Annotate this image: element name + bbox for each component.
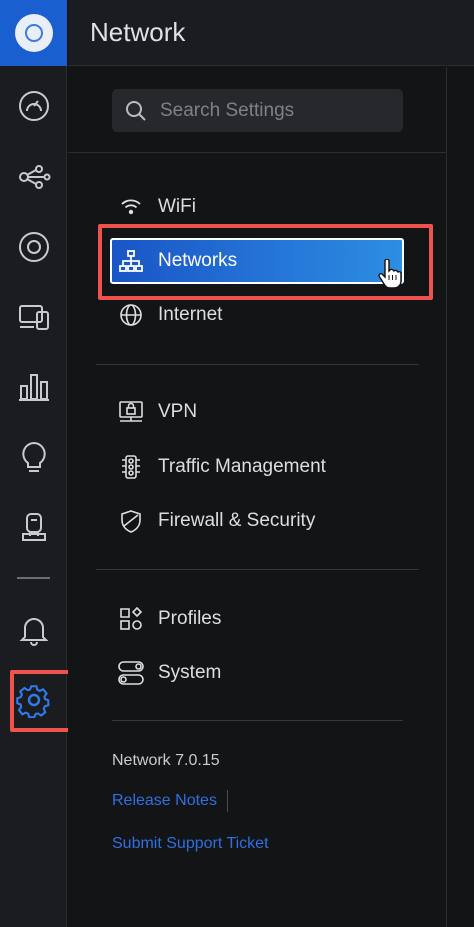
submit-support-ticket-link[interactable]: Submit Support Ticket — [112, 835, 269, 853]
footer-divider — [112, 720, 403, 721]
nav-item-firewall-security[interactable]: Firewall & Security — [112, 499, 404, 543]
search-icon — [126, 100, 146, 121]
nav-label-wifi: WiFi — [158, 196, 196, 217]
nav-label-traffic-management: Traffic Management — [158, 456, 326, 477]
search-divider — [68, 152, 446, 153]
section-divider — [96, 569, 419, 570]
nav-label-firewall-security: Firewall & Security — [158, 510, 316, 531]
globe-icon — [118, 302, 144, 328]
clients-icon[interactable] — [0, 292, 67, 342]
nav-label-vpn: VPN — [158, 401, 198, 422]
nav-item-traffic-management[interactable]: Traffic Management — [112, 445, 404, 489]
nav-item-internet[interactable]: Internet — [112, 293, 404, 337]
notifications-bell-icon[interactable] — [0, 605, 67, 655]
traffic-light-icon — [118, 454, 144, 480]
dashboard-icon[interactable] — [0, 81, 67, 131]
top-header: Network — [68, 0, 474, 66]
section-divider — [96, 364, 419, 365]
search-placeholder: Search Settings — [160, 99, 295, 121]
page-title: Network — [90, 17, 186, 47]
devices-icon[interactable] — [0, 222, 67, 272]
left-nav-rail — [0, 0, 67, 927]
protect-icon[interactable] — [0, 502, 67, 552]
nav-item-profiles[interactable]: Profiles — [112, 597, 404, 641]
nav-label-internet: Internet — [158, 304, 223, 325]
nav-label-profiles: Profiles — [158, 608, 222, 629]
nav-item-wifi[interactable]: WiFi — [112, 185, 404, 229]
profiles-shapes-icon — [118, 606, 144, 632]
insights-icon[interactable] — [0, 432, 67, 482]
statistics-icon[interactable] — [0, 362, 67, 412]
settings-highlight-box — [10, 670, 76, 732]
toggles-icon — [118, 660, 144, 686]
topology-icon[interactable] — [0, 152, 67, 202]
link-separator — [227, 790, 228, 812]
shield-icon — [118, 508, 144, 534]
rail-divider — [17, 577, 50, 579]
hand-cursor-icon — [377, 258, 403, 294]
content-area — [446, 67, 474, 927]
release-notes-link[interactable]: Release Notes — [112, 792, 217, 810]
unifi-logo-icon — [14, 14, 53, 52]
nav-item-system[interactable]: System — [112, 651, 404, 695]
wifi-icon — [118, 194, 144, 220]
app-logo[interactable] — [0, 0, 67, 66]
vpn-lock-icon — [118, 399, 144, 425]
nav-label-system: System — [158, 662, 222, 683]
nav-item-vpn[interactable]: VPN — [112, 390, 404, 434]
search-input[interactable]: Search Settings — [112, 89, 403, 132]
version-label: Network 7.0.15 — [112, 752, 220, 769]
